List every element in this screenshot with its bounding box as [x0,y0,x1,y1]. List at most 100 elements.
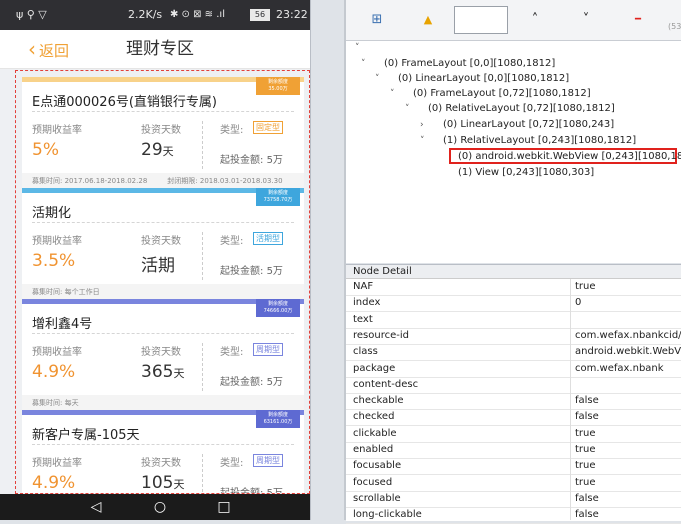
product-card[interactable]: 剩余额度 73758.70万 活期化 预期收益率 投资天数 类型: 活期型 3.5% 活期 起投金… [22,188,304,300]
tree-node[interactable]: (0) RelativeLayout [0,72][1080,1812] [428,102,615,116]
search-input[interactable] [454,6,508,34]
tree-toggle-icon[interactable]: ˅ [361,57,366,71]
product-name: 增利鑫4号 [32,317,93,332]
badge-label: 剩余额度 [267,412,288,418]
type-label: 类型: [220,458,244,469]
detail-key: class [353,346,378,358]
detail-key: checked [353,411,395,423]
remaining-quota-badge: 剩余额度 74666.00万 [256,299,300,317]
investment-days: 29天 [141,140,174,160]
node-detail-title: Node Detail [346,265,681,279]
detail-row[interactable]: focused true [346,475,681,492]
column-divider [202,121,203,169]
min-investment-value: 5万 [266,266,283,277]
tree-toggle-icon[interactable]: ˅ [375,72,380,86]
type-tag: 固定型 [253,121,283,134]
badge-label: 剩余额度 [267,190,288,196]
nav-recents-icon[interactable]: □ [216,499,232,515]
detail-row[interactable]: long-clickable false [346,507,681,524]
rate-label: 预期收益率 [32,347,82,358]
footer-text: 封闭期限: 2018.03.01-2018.03.30 [167,177,283,185]
detail-row[interactable]: focusable true [346,458,681,476]
type-tag: 活期型 [253,232,283,245]
investment-days: 活期 [141,256,175,276]
detail-value: false [575,509,599,521]
tree-toggle-icon[interactable]: ˅ [420,134,425,148]
min-investment-label: 起投金额: [220,155,267,166]
tree-node[interactable]: (0) LinearLayout [0,72][1080,243] [443,118,614,132]
detail-row[interactable]: content-desc [346,377,681,394]
detail-row[interactable]: enabled true [346,442,681,459]
column-divider [202,232,203,280]
nav-back-icon[interactable]: ◁ [88,499,104,515]
tree-node[interactable]: (0) FrameLayout [0,72][1080,1812] [413,87,591,101]
type-label: 类型: [220,125,244,136]
days-label: 投资天数 [141,125,181,136]
card-footer: 募集时间: 每个工作日 [22,284,304,300]
navigation-bar: ◁ ○ □ [0,494,310,520]
product-name: E点通000026号(直销银行专属) [32,95,217,110]
app-bar: ‹ 返回 理财专区 [0,30,310,69]
tree-toggle-icon[interactable]: › [420,118,424,132]
tree-toggle-icon[interactable]: ˅ [405,102,410,116]
detail-value: com.wefax.nbank [575,362,664,374]
detail-row[interactable]: package com.wefax.nbank [346,361,681,378]
product-card[interactable]: 剩余额度 35.00万 E点通000026号(直销银行专属) 预期收益率 投资天数 类型:… [22,77,304,189]
tree-node[interactable]: (0) LinearLayout [0,0][1080,1812] [398,72,569,86]
nav-home-icon[interactable]: ○ [152,499,168,515]
column-divider [202,343,203,391]
expand-all-icon[interactable]: ⊞ [369,12,385,28]
product-card[interactable]: 剩余额度 74666.00万 增利鑫4号 预期收益率 投资天数 类型: 周期型 4.9% 365… [22,299,304,411]
expected-rate: 4.9% [32,362,76,382]
detail-value: true [575,281,596,292]
column-divider[interactable] [570,279,571,520]
tree-node[interactable]: (0) FrameLayout [0,0][1080,1812] [384,57,555,71]
days-label: 投资天数 [141,347,181,358]
previous-icon[interactable]: ˄ [527,12,543,28]
detail-row[interactable]: index 0 [346,295,681,313]
warning-icon[interactable]: ▲ [420,12,436,28]
card-divider [32,111,294,112]
status-mid-icons: ✱ ⊙ ⊠ ≋ .ıl [170,9,225,20]
min-investment: 起投金额: 5万 [220,262,283,277]
type-tag: 周期型 [253,343,283,356]
detail-row[interactable]: clickable true [346,426,681,443]
detail-value: true [575,476,596,488]
remaining-quota-badge: 剩余额度 63161.00万 [256,410,300,428]
detail-value: false [575,395,599,407]
card-footer: 募集时间: 2017.06.18-2018.02.28 封闭期限: 2018.03… [22,173,304,189]
detail-key: NAF [353,281,374,292]
back-button[interactable]: ‹ 返回 [28,39,69,61]
min-investment-label: 起投金额: [220,377,267,388]
next-icon[interactable]: ˅ [578,12,594,28]
detail-value: false [575,411,599,423]
tree-toggle-icon[interactable]: ˅ [390,87,395,101]
badge-label: 剩余额度 [267,301,288,307]
tree-node[interactable]: (1) RelativeLayout [0,243][1080,1812] [443,134,636,148]
tree-node[interactable]: (1) View [0,243][1080,303] [458,166,594,180]
product-name: 活期化 [32,206,72,221]
status-bar: ψ ⚲ ▽ 2.2K/s ✱ ⊙ ⊠ ≋ .ıl 56 23:22 [0,0,310,30]
remove-icon[interactable]: ━ [630,12,646,28]
card-divider [32,222,294,223]
detail-key: scrollable [353,492,401,504]
product-card[interactable]: 剩余额度 63161.00万 新客户专属-105天 预期收益率 投资天数 类型: 周期型 4.… [22,410,304,493]
detail-row[interactable]: NAF true [346,279,681,296]
detail-row[interactable]: checkable false [346,393,681,411]
min-investment-value: 5万 [266,377,283,388]
detail-row[interactable]: class android.webkit.WebView [346,344,681,362]
webview[interactable]: 剩余额度 35.00万 E点通000026号(直销银行专属) 预期收益率 投资天数 类型:… [15,70,310,494]
detail-row[interactable]: scrollable false [346,491,681,508]
footer-text: 募集时间: 2017.06.18-2018.02.28 [32,177,148,185]
detail-row[interactable]: checked false [346,409,681,427]
expected-rate: 4.9% [32,473,76,493]
battery-icon: 56 [250,9,270,21]
column-divider [202,454,203,493]
detail-row[interactable]: resource-id com.wefax.nbankcid/me [346,328,681,345]
type-label: 类型: [220,347,244,358]
tree-node[interactable]: (0) android.webkit.WebView [0,243][1080,… [458,150,681,164]
tree-root-toggle[interactable]: ˅ [355,41,360,55]
detail-row[interactable]: text [346,312,681,329]
days-unit: 天 [173,478,185,491]
detail-value: true [575,427,596,439]
